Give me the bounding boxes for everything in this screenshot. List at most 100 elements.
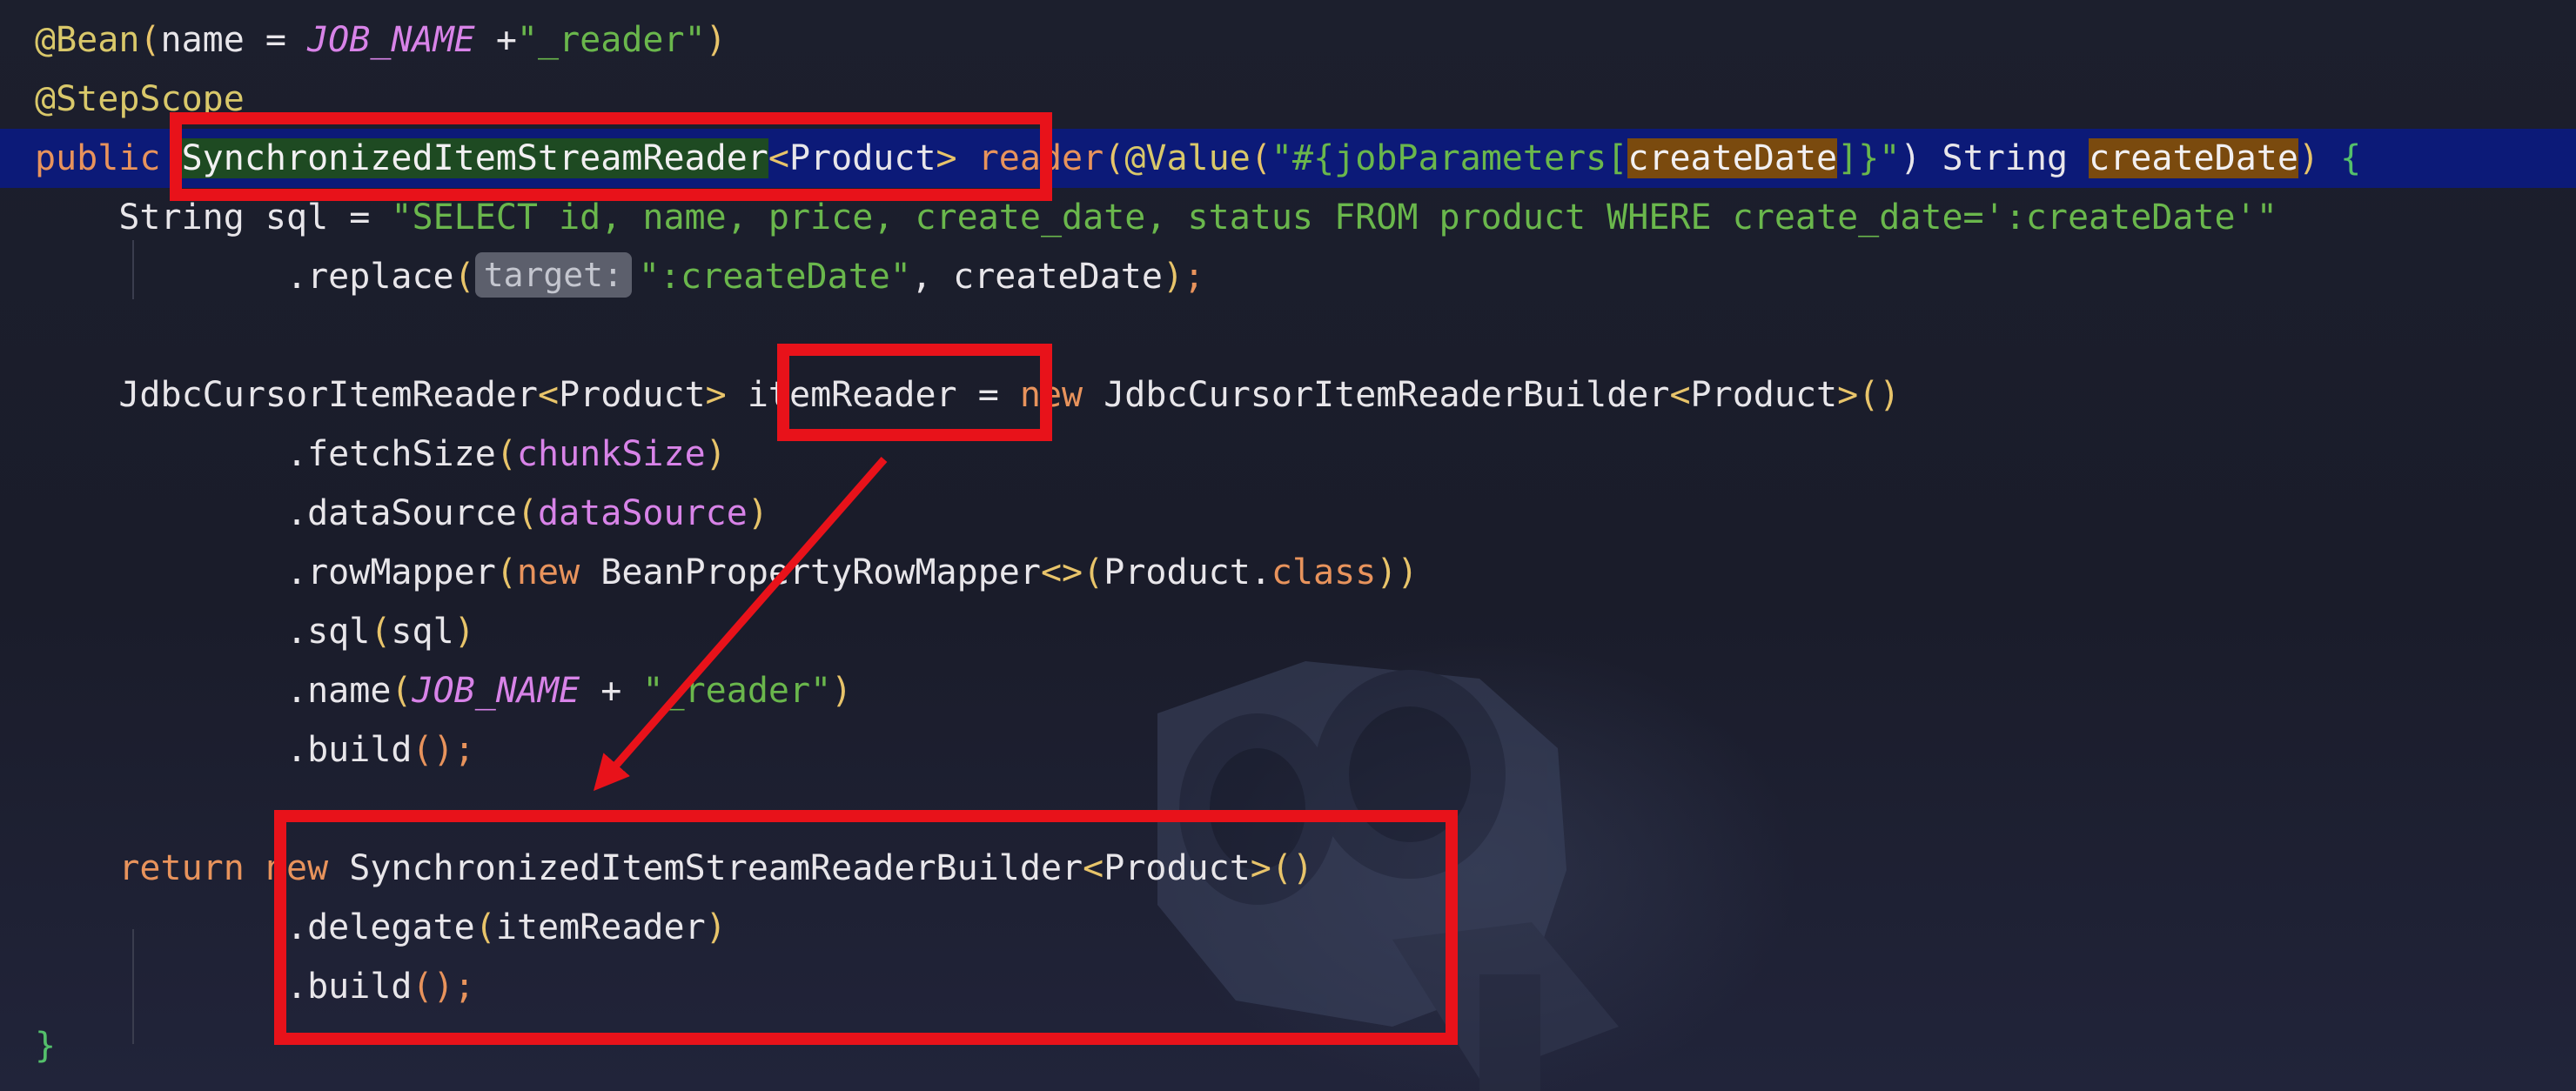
token: <> bbox=[1040, 552, 1083, 592]
code-line-13[interactable]: .build(); bbox=[35, 720, 2576, 780]
code-line-7[interactable]: JdbcCursorItemReader<Product> itemReader… bbox=[35, 365, 2576, 425]
code-line-4[interactable]: String sql = "SELECT id, name, price, cr… bbox=[35, 188, 2576, 247]
token: > bbox=[705, 375, 727, 415]
code-line-18[interactable]: } bbox=[35, 1016, 2576, 1075]
code-line-9[interactable]: .dataSource(dataSource) bbox=[35, 484, 2576, 543]
token: ) bbox=[705, 20, 727, 60]
token: JdbcCursorItemReader bbox=[35, 375, 538, 415]
token: new bbox=[1019, 375, 1083, 415]
code-line-17[interactable]: .build(); bbox=[35, 957, 2576, 1016]
token: "_reader" bbox=[642, 671, 832, 711]
code-line-1[interactable]: @Bean(name = JOB_NAME +"_reader") bbox=[35, 10, 2576, 70]
token: ( bbox=[495, 552, 517, 592]
token: ( bbox=[1083, 552, 1104, 592]
token: ( bbox=[1104, 138, 1125, 178]
token: "SELECT id, name, price, create_date, st… bbox=[391, 197, 2277, 238]
token: ) bbox=[1162, 257, 1184, 297]
token: ( bbox=[474, 907, 496, 947]
token: < bbox=[537, 375, 560, 415]
token: JOB_NAME bbox=[307, 20, 475, 60]
token: String sql = bbox=[35, 197, 392, 238]
token: Product bbox=[559, 375, 706, 415]
token: JdbcCursorItemReaderBuilder bbox=[1083, 375, 1670, 415]
code-line-2[interactable]: @StepScope bbox=[35, 70, 2576, 129]
token: ) bbox=[453, 612, 475, 652]
token: > bbox=[1837, 375, 1859, 415]
code-line-12[interactable]: .name(JOB_NAME + "_reader") bbox=[35, 661, 2576, 720]
code-line-3-current[interactable]: public SynchronizedItemStreamReader<Prod… bbox=[0, 129, 2576, 188]
code-line-16[interactable]: .delegate(itemReader) bbox=[35, 898, 2576, 957]
code-content[interactable]: @Bean(name = JOB_NAME +"_reader") @StepS… bbox=[0, 0, 2576, 1091]
token: (); bbox=[412, 730, 475, 770]
token: .dataSource bbox=[35, 493, 517, 533]
code-editor[interactable]: @Bean(name = JOB_NAME +"_reader") @StepS… bbox=[0, 0, 2576, 1091]
token: Product bbox=[1104, 848, 1251, 888]
token: ) bbox=[705, 907, 727, 947]
token: < bbox=[768, 138, 789, 178]
token: "#{jobParameters[ bbox=[1271, 138, 1628, 178]
token: @StepScope bbox=[35, 79, 245, 119]
token: @Bean bbox=[35, 20, 140, 60]
token: ( bbox=[139, 20, 161, 60]
parameter-hint: target: bbox=[474, 252, 632, 298]
token: ) bbox=[1376, 552, 1398, 592]
token: ]}" bbox=[1837, 138, 1901, 178]
token: chunkSize bbox=[516, 434, 706, 474]
token: sql bbox=[391, 612, 454, 652]
token: } bbox=[35, 1026, 57, 1066]
token: > bbox=[1250, 848, 1271, 888]
token: { bbox=[2319, 138, 2362, 178]
token: itemReader bbox=[495, 907, 706, 947]
token: ":createDate" bbox=[638, 257, 911, 297]
token: .replace bbox=[35, 257, 454, 297]
token: (); bbox=[412, 967, 475, 1007]
token: < bbox=[1669, 375, 1691, 415]
token: ) bbox=[1397, 552, 1419, 592]
token: ( bbox=[1250, 138, 1271, 178]
token: ) bbox=[747, 493, 768, 533]
token: ( bbox=[453, 257, 475, 297]
token: @Value bbox=[1124, 138, 1251, 178]
code-line-5[interactable]: .replace(target: ":createDate", createDat… bbox=[35, 247, 2576, 306]
token: return bbox=[118, 848, 245, 888]
token: reader bbox=[956, 138, 1104, 178]
token: new bbox=[516, 552, 580, 592]
token: ; bbox=[1184, 257, 1205, 297]
token: JOB_NAME bbox=[412, 671, 580, 711]
code-line-15[interactable]: return new SynchronizedItemStreamReaderB… bbox=[35, 839, 2576, 898]
token: () bbox=[1271, 848, 1314, 888]
token: class bbox=[1271, 552, 1377, 592]
token: ) bbox=[831, 671, 853, 711]
token: .fetchSize bbox=[35, 434, 496, 474]
token: Product. bbox=[1104, 552, 1271, 592]
token-highlighted: createDate bbox=[1627, 138, 1838, 178]
token: .sql bbox=[35, 612, 371, 652]
token: () bbox=[1858, 375, 1901, 415]
token: ( bbox=[370, 612, 392, 652]
token: ( bbox=[391, 671, 413, 711]
token: < bbox=[1083, 848, 1104, 888]
token-highlighted: createDate bbox=[2089, 138, 2298, 178]
token: ( bbox=[516, 493, 538, 533]
token: ( bbox=[495, 434, 517, 474]
token: name = bbox=[160, 20, 308, 60]
token: .build bbox=[35, 967, 413, 1007]
token: Product bbox=[1690, 375, 1838, 415]
token: new bbox=[265, 848, 329, 888]
token: ) String bbox=[1900, 138, 2090, 178]
token: .rowMapper bbox=[35, 552, 496, 592]
token: + bbox=[580, 671, 643, 711]
code-line-10[interactable]: .rowMapper(new BeanPropertyRowMapper<>(P… bbox=[35, 543, 2576, 602]
token: dataSource bbox=[537, 493, 748, 533]
token: "_reader" bbox=[516, 20, 706, 60]
token: BeanPropertyRowMapper bbox=[580, 552, 1041, 592]
code-line-8[interactable]: .fetchSize(chunkSize) bbox=[35, 425, 2576, 484]
token: ) bbox=[705, 434, 727, 474]
token: ) bbox=[2298, 138, 2320, 178]
token: itemReader = bbox=[726, 375, 1020, 415]
token: .name bbox=[35, 671, 392, 711]
code-line-11[interactable]: .sql(sql) bbox=[35, 602, 2576, 661]
token-highlighted: SynchronizedItemStreamReader bbox=[181, 138, 768, 178]
